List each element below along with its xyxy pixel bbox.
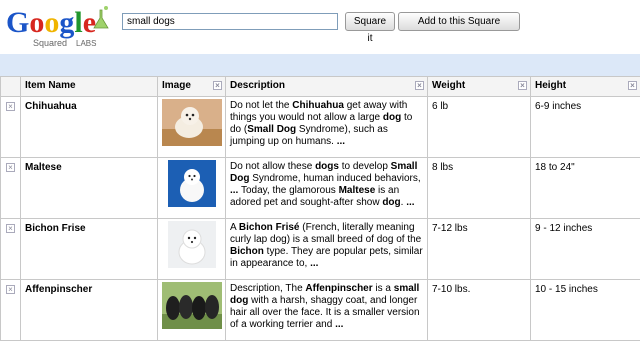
remove-column-close-icon[interactable]: × xyxy=(213,81,222,90)
description-text: dogs xyxy=(315,161,339,172)
square-it-button[interactable]: Square it xyxy=(345,12,395,31)
table-row: × Chihuahua Do not let the Chihuahua get… xyxy=(1,97,640,158)
column-header-item-name[interactable]: Item Name xyxy=(21,77,158,97)
description-text: Chihuahua xyxy=(292,100,344,111)
description-text: Today, the glamorous xyxy=(238,185,338,196)
item-name[interactable]: Chihuahua xyxy=(21,97,158,158)
height-value[interactable]: 6-9 inches xyxy=(531,97,640,158)
height-value[interactable]: 9 - 12 inches xyxy=(531,219,640,280)
height-value[interactable]: 18 to 24" xyxy=(531,158,640,219)
top-bar: Google Squared LABS Square it Add to thi… xyxy=(0,0,640,54)
remove-row-close-icon[interactable]: × xyxy=(6,224,15,233)
height-value[interactable]: 10 - 15 inches xyxy=(531,280,640,341)
description-text: Do not allow these xyxy=(230,161,315,172)
svg-text:Google: Google xyxy=(6,6,96,39)
google-squared-logo[interactable]: Google Squared LABS xyxy=(6,4,114,50)
column-header-height[interactable]: Height× xyxy=(531,77,640,97)
chihuahua-photo[interactable] xyxy=(162,99,222,146)
table-row: × Maltese Do not allow these dogs to dev… xyxy=(1,158,640,219)
description[interactable]: Do not let the Chihuahua get away with t… xyxy=(226,97,428,158)
results-table: Item Name Image× Description× Weight× He… xyxy=(0,76,640,341)
description-text: Description, The xyxy=(230,283,305,294)
description-text: dog xyxy=(383,112,401,123)
description-text: ... xyxy=(310,258,318,269)
description[interactable]: A Bichon Frisé (French, literally meanin… xyxy=(226,219,428,280)
description-text: ... xyxy=(406,197,414,208)
description-text: A xyxy=(230,222,239,233)
description-text: to develop xyxy=(339,161,391,172)
add-to-square-button[interactable]: Add to this Square xyxy=(398,12,520,31)
weight-value[interactable]: 8 lbs xyxy=(428,158,531,219)
remove-row-close-icon[interactable]: × xyxy=(6,102,15,111)
column-header-image[interactable]: Image× xyxy=(158,77,226,97)
table-row: × Affenpinscher Description, The Affenpi… xyxy=(1,280,640,341)
description[interactable]: Description, The Affenpinscher is a smal… xyxy=(226,280,428,341)
description-text: Affenpinscher xyxy=(305,283,372,294)
description-text: Maltese xyxy=(339,185,376,196)
item-name[interactable]: Bichon Frise xyxy=(21,219,158,280)
remove-row-close-icon[interactable]: × xyxy=(6,163,15,172)
description-text: Small Dog xyxy=(247,124,296,135)
description-text: with a harsh, shaggy coat, and longer ha… xyxy=(230,295,420,330)
toolbar-band xyxy=(0,54,640,77)
svg-text:Squared: Squared xyxy=(33,38,67,48)
weight-value[interactable]: 6 lb xyxy=(428,97,531,158)
bichon-frise-photo[interactable] xyxy=(168,221,216,268)
affenpinscher-photo[interactable] xyxy=(162,282,222,329)
weight-value[interactable]: 7-12 lbs xyxy=(428,219,531,280)
description-text: Bichon xyxy=(230,246,264,257)
maltese-photo[interactable] xyxy=(168,160,216,207)
remove-column-close-icon[interactable]: × xyxy=(518,81,527,90)
search-input[interactable] xyxy=(122,13,338,30)
description-text: Bichon Frisé xyxy=(239,222,300,233)
item-name[interactable]: Affenpinscher xyxy=(21,280,158,341)
table-row: × Bichon Frise A Bichon Frisé (French, l… xyxy=(1,219,640,280)
remove-column-close-icon[interactable]: × xyxy=(415,81,424,90)
item-name[interactable]: Maltese xyxy=(21,158,158,219)
description-text: ... xyxy=(337,136,345,147)
description-text: ... xyxy=(335,319,343,330)
svg-text:LABS: LABS xyxy=(76,39,96,48)
table-header-row: Item Name Image× Description× Weight× He… xyxy=(1,77,640,97)
header-select-col xyxy=(1,77,21,97)
labs-flask-icon xyxy=(94,6,108,28)
column-header-weight[interactable]: Weight× xyxy=(428,77,531,97)
remove-column-close-icon[interactable]: × xyxy=(628,81,637,90)
description-text: is a xyxy=(373,283,394,294)
description[interactable]: Do not allow these dogs to develop Small… xyxy=(226,158,428,219)
weight-value[interactable]: 7-10 lbs. xyxy=(428,280,531,341)
column-header-description[interactable]: Description× xyxy=(226,77,428,97)
description-text: Syndrome, human induced behaviors, xyxy=(249,173,420,184)
remove-row-close-icon[interactable]: × xyxy=(6,285,15,294)
description-text: dog xyxy=(382,197,400,208)
description-text: Do not let the xyxy=(230,100,292,111)
